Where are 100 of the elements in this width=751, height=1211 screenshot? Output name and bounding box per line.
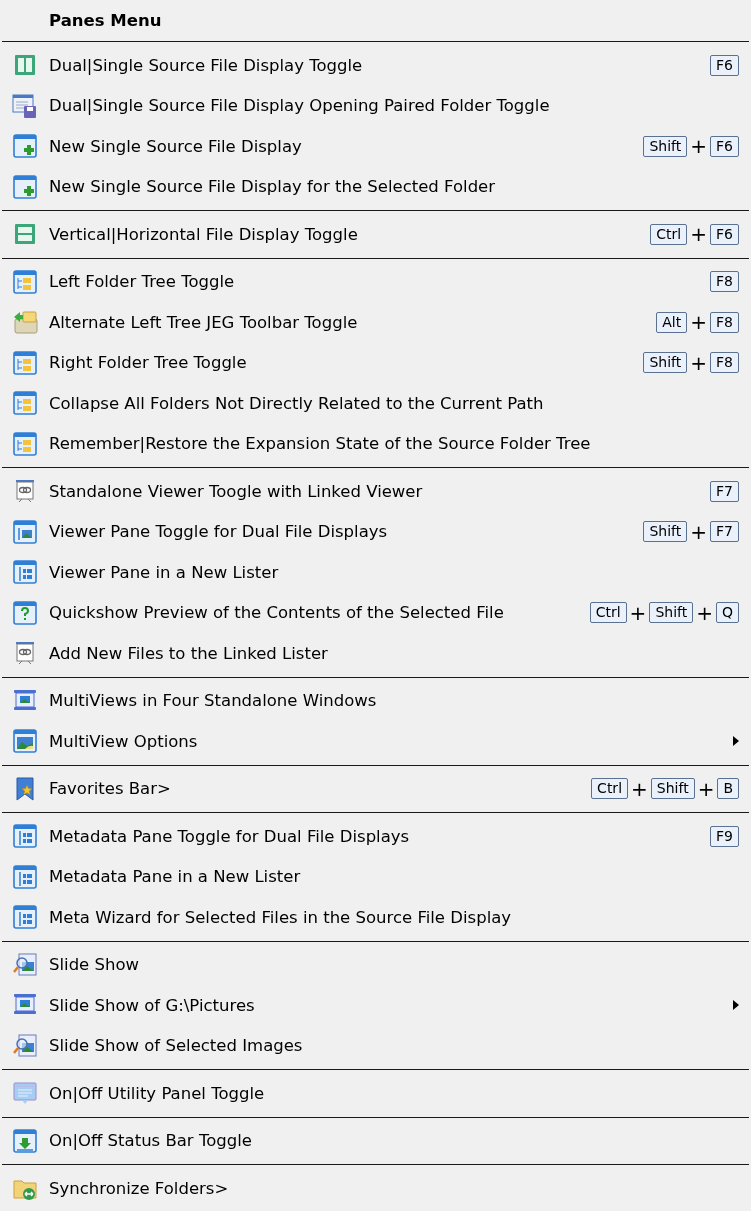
menu-title: Panes Menu [48, 10, 163, 32]
plus-sign: + [690, 312, 708, 333]
menu-item-label: Synchronize Folders> [49, 1178, 230, 1198]
plus-sign: + [696, 602, 713, 623]
menu-item[interactable]: Meta Wizard for Selected Files in the Source File Display [0, 897, 751, 938]
menu-item-label: Left Folder Tree Toggle [49, 272, 236, 292]
key-cap: F6 [710, 54, 739, 76]
menu-item[interactable]: Quickshow Preview of the Contents of the Selected File Ctrl + Shift + Q [0, 592, 751, 633]
key-cap: F6 [710, 223, 739, 245]
key-cap: Alt [656, 311, 688, 333]
menu-item-label: Metadata Pane Toggle for Dual File Displays [49, 826, 411, 846]
menu-item-label: Slide Show [49, 955, 141, 975]
menu-item-label: Dual|Single Source File Display Toggle [49, 55, 364, 75]
pane-layout-icon [11, 863, 38, 890]
image-pane-icon [11, 518, 38, 545]
menu-item-label: On|Off Status Bar Toggle [49, 1131, 253, 1151]
menu-item[interactable]: On|Off Utility Panel Toggle [0, 1073, 751, 1114]
menu-item[interactable]: MultiViews in Four Standalone Windows [0, 680, 751, 721]
menu-item-label: Collapse All Folders Not Directly Related to the Current Path [49, 393, 545, 413]
key-cap: F8 [710, 352, 739, 374]
menu-item[interactable]: New Single Source File Display for the Selected Folder [0, 166, 751, 207]
plus-sign: + [631, 778, 648, 799]
key-cap: Shift [643, 521, 688, 543]
menu-item[interactable]: Viewer Pane Toggle for Dual File Displays Shift + F7 [0, 511, 751, 552]
menu-item[interactable]: Left Folder Tree Toggle F8 [0, 261, 751, 302]
window-plus-icon [11, 173, 38, 200]
key-cap: F7 [710, 480, 739, 502]
key-cap: Ctrl [650, 223, 688, 245]
menu-item-label: Metadata Pane in a New Lister [49, 867, 302, 887]
menu-item-label: Dual|Single Source File Display Opening Paired Folder Toggle [49, 96, 551, 116]
key-cap: Shift [643, 135, 688, 157]
key-cap: Shift [643, 352, 688, 374]
pane-layout-icon [11, 904, 38, 931]
menu-item-label: MultiViews in Four Standalone Windows [49, 691, 378, 711]
menu-item-label: Slide Show of Selected Images [49, 1036, 304, 1056]
plus-sign: + [690, 224, 708, 245]
menu-item[interactable]: Collapse All Folders Not Directly Related to the Current Path [0, 383, 751, 424]
menu-item[interactable]: Synchronize Folders> [0, 1168, 751, 1209]
folder-tree-icon [11, 268, 38, 295]
menu-item-label: Favorites Bar> [49, 779, 172, 799]
key-cap: Ctrl [591, 778, 629, 800]
menu-item-label: Quickshow Preview of the Contents of the Selected File [49, 603, 505, 623]
menu-item-label: Viewer Pane in a New Lister [49, 562, 280, 582]
window-plus-icon [11, 133, 38, 160]
key-cap: Q [715, 602, 739, 624]
question-icon [11, 599, 38, 626]
pane-layout-icon [11, 823, 38, 850]
menu-item[interactable]: Slide Show of G:\Pictures [0, 985, 751, 1026]
folder-tree-icon [11, 390, 38, 417]
menu-item[interactable]: Viewer Pane in a New Lister [0, 552, 751, 593]
menu-item-label: New Single Source File Display [49, 136, 303, 156]
menu-item[interactable]: Remember|Restore the Expansion State of the Source Folder Tree [0, 423, 751, 464]
menu-item[interactable]: Slide Show [0, 944, 751, 985]
menu-item-label: Slide Show of G:\Pictures [49, 995, 256, 1015]
menu-item-label: Remember|Restore the Expansion State of the Source Folder Tree [49, 434, 592, 454]
menu-item-label: Add New Files to the Linked Lister [49, 643, 329, 663]
menu-item[interactable]: Alternate Left Tree JEG Toolbar Toggle Alt + F8 [0, 302, 751, 343]
magnifier-image-icon [11, 951, 38, 978]
plus-sign: + [690, 352, 708, 373]
key-cap: F8 [710, 311, 739, 333]
menu-item[interactable]: Favorites Bar> Ctrl + Shift + B [0, 768, 751, 809]
menu-item[interactable]: Vertical|Horizontal File Display Toggle Ctrl + F6 [0, 214, 751, 255]
menu-item[interactable]: Dual|Single Source File Display Toggle F6 [0, 45, 751, 86]
menu-item-label: On|Off Utility Panel Toggle [49, 1083, 266, 1103]
folder-tree-icon [11, 430, 38, 457]
magnifier-image-icon [11, 1032, 38, 1059]
menu-item[interactable]: Dual|Single Source File Display Opening Paired Folder Toggle [0, 85, 751, 126]
menu-item-label: New Single Source File Display for the Selected Folder [49, 177, 497, 197]
plus-sign: + [697, 778, 715, 799]
plus-sign: + [690, 521, 708, 542]
menu-item-label: Meta Wizard for Selected Files in the Source File Display [49, 907, 513, 927]
menu-item[interactable]: Right Folder Tree Toggle Shift + F8 [0, 342, 751, 383]
key-cap: F7 [710, 521, 739, 543]
key-cap: F6 [710, 135, 739, 157]
plus-sign: + [690, 136, 708, 157]
menu-item[interactable]: Add New Files to the Linked Lister [0, 633, 751, 674]
menu-item-label: Standalone Viewer Toogle with Linked Viewer [49, 481, 424, 501]
folder-arrow-icon [11, 309, 38, 336]
menu-item[interactable]: Metadata Pane in a New Lister [0, 856, 751, 897]
folder-tree-icon [11, 349, 38, 376]
menu-item-label: Alternate Left Tree JEG Toolbar Toggle [49, 312, 359, 332]
menu-item-label: Vertical|Horizontal File Display Toggle [49, 224, 359, 244]
menu-item[interactable]: New Single Source File Display Shift + F6 [0, 126, 751, 167]
menu-item[interactable]: Slide Show of Selected Images [0, 1025, 751, 1066]
menu-item[interactable]: MultiView Options [0, 721, 751, 762]
key-cap: Shift [650, 778, 695, 800]
menu-item[interactable]: Metadata Pane Toggle for Dual File Displays F9 [0, 816, 751, 857]
key-cap: Shift [649, 602, 694, 624]
menu-item-label: Viewer Pane Toggle for Dual File Displays [49, 522, 389, 542]
key-cap: F8 [710, 271, 739, 293]
key-cap: Ctrl [589, 602, 627, 624]
image-window-icon [11, 728, 38, 755]
menu-item[interactable]: On|Off Status Bar Toggle [0, 1120, 751, 1161]
menu-item-label: Right Folder Tree Toggle [49, 353, 248, 373]
menu-item[interactable]: Standalone Viewer Toogle with Linked Viewer F7 [0, 471, 751, 512]
key-cap: F9 [710, 825, 739, 847]
floppy-disk-icon [11, 92, 38, 119]
pane-layout-icon [11, 559, 38, 586]
plus-sign: + [629, 602, 647, 623]
menu-item-label: MultiView Options [49, 731, 199, 751]
